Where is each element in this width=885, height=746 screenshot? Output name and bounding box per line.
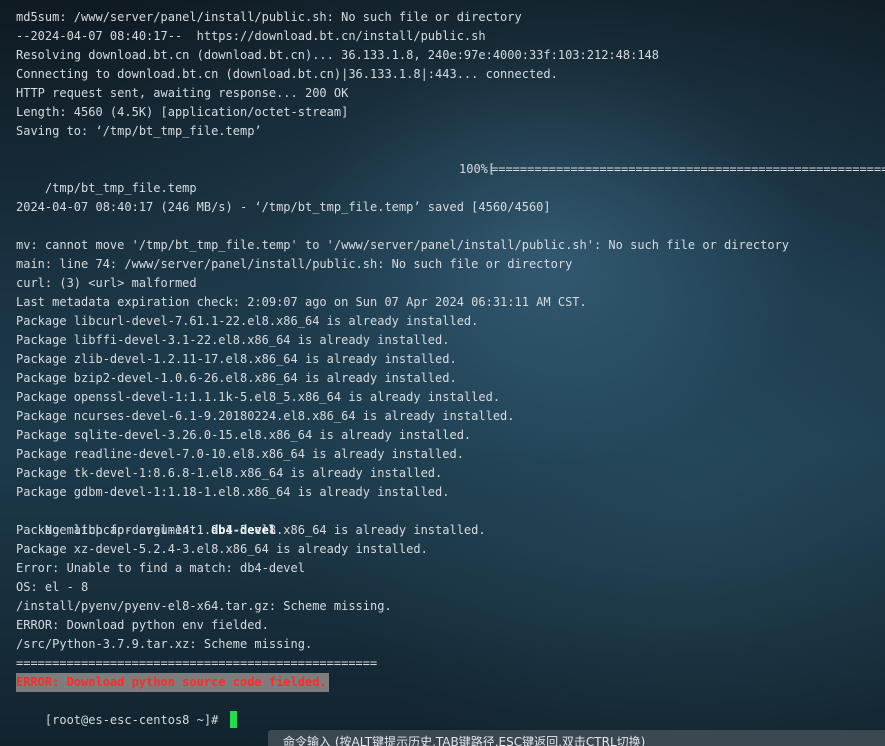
terminal-line: Package xz-devel-5.2.4-3.el8.x86_64 is a… <box>16 542 428 556</box>
terminal-line: Package bzip2-devel-1.0.6-26.el8.x86_64 … <box>16 371 457 385</box>
error-highlight-line: ERROR: Download python source code field… <box>16 673 329 692</box>
no-match-line: No match for argument: db4-devel <box>16 502 276 537</box>
shell-prompt: [root@es-esc-centos8 ~]# <box>44 713 226 727</box>
terminal-line: OS: el - 8 <box>16 580 89 594</box>
progress-percent: 100%[ <box>459 162 496 176</box>
terminal-line: Package libffi-devel-3.1-22.el8.x86_64 i… <box>16 333 450 347</box>
terminal-line: Package libpcap-devel-14:1.9.1-5.el8.x86… <box>16 523 486 537</box>
terminal-line: /install/pyenv/pyenv-el8-x64.tar.gz: Sch… <box>16 599 392 613</box>
terminal-line: Package openssl-devel-1:1.1.1k-5.el8_5.x… <box>16 390 501 404</box>
terminal-line: /src/Python-3.7.9.tar.xz: Scheme missing… <box>16 637 313 651</box>
terminal-line: Package zlib-devel-1.2.11-17.el8.x86_64 … <box>16 352 457 366</box>
terminal-line: 2024-04-07 08:40:17 (246 MB/s) - ‘/tmp/b… <box>16 200 551 214</box>
terminal-line: Last metadata expiration check: 2:09:07 … <box>16 295 587 309</box>
terminal-line: ERROR: Download python env fielded. <box>16 618 269 632</box>
terminal-line: Connecting to download.bt.cn (download.b… <box>16 67 558 81</box>
command-input-hint-bar[interactable]: 命令输入 (按ALT键提示历史,TAB键路径,ESC键返回,双击CTRL切换) <box>268 730 885 746</box>
command-input-hint: 命令输入 (按ALT键提示历史,TAB键路径,ESC键返回,双击CTRL切换) <box>283 735 646 746</box>
terminal-line: Package libcurl-devel-7.61.1-22.el8.x86_… <box>16 314 479 328</box>
terminal-line: Length: 4560 (4.5K) [application/octet-s… <box>16 105 349 119</box>
terminal-line: Saving to: ‘/tmp/bt_tmp_file.temp’ <box>16 124 262 138</box>
text-cursor <box>229 711 237 728</box>
terminal-line: Package sqlite-devel-3.26.0-15.el8.x86_6… <box>16 428 472 442</box>
separator-line: ========================================… <box>16 656 378 670</box>
download-progress-line: /tmp/bt_tmp_file.temp 100%[ ============… <box>16 160 885 195</box>
terminal-line: main: line 74: /www/server/panel/install… <box>16 257 573 271</box>
terminal-line: Error: Unable to find a match: db4-devel <box>16 561 305 575</box>
terminal-line: Package readline-devel-7.0-10.el8.x86_64… <box>16 447 464 461</box>
terminal-line: mv: cannot move '/tmp/bt_tmp_file.temp' … <box>16 238 790 252</box>
terminal-line: HTTP request sent, awaiting response... … <box>16 86 349 100</box>
terminal-output[interactable]: md5sum: /www/server/panel/install/public… <box>0 0 885 746</box>
terminal-line: Resolving download.bt.cn (download.bt.cn… <box>16 48 659 62</box>
progress-file-path: /tmp/bt_tmp_file.temp <box>44 181 197 195</box>
terminal-line: --2024-04-07 08:40:17-- https://download… <box>16 29 486 43</box>
terminal-line: curl: (3) <url> malformed <box>16 276 197 290</box>
terminal-line: md5sum: /www/server/panel/install/public… <box>16 10 522 24</box>
terminal-line: Package ncurses-devel-6.1-9.20180224.el8… <box>16 409 515 423</box>
terminal-line: Package gdbm-devel-1:1.18-1.el8.x86_64 i… <box>16 485 450 499</box>
terminal-line: Package tk-devel-1:8.6.8-1.el8.x86_64 is… <box>16 466 443 480</box>
shell-prompt-line[interactable]: [root@es-esc-centos8 ~]# <box>16 692 237 728</box>
progress-bar: ========================================… <box>491 162 885 176</box>
